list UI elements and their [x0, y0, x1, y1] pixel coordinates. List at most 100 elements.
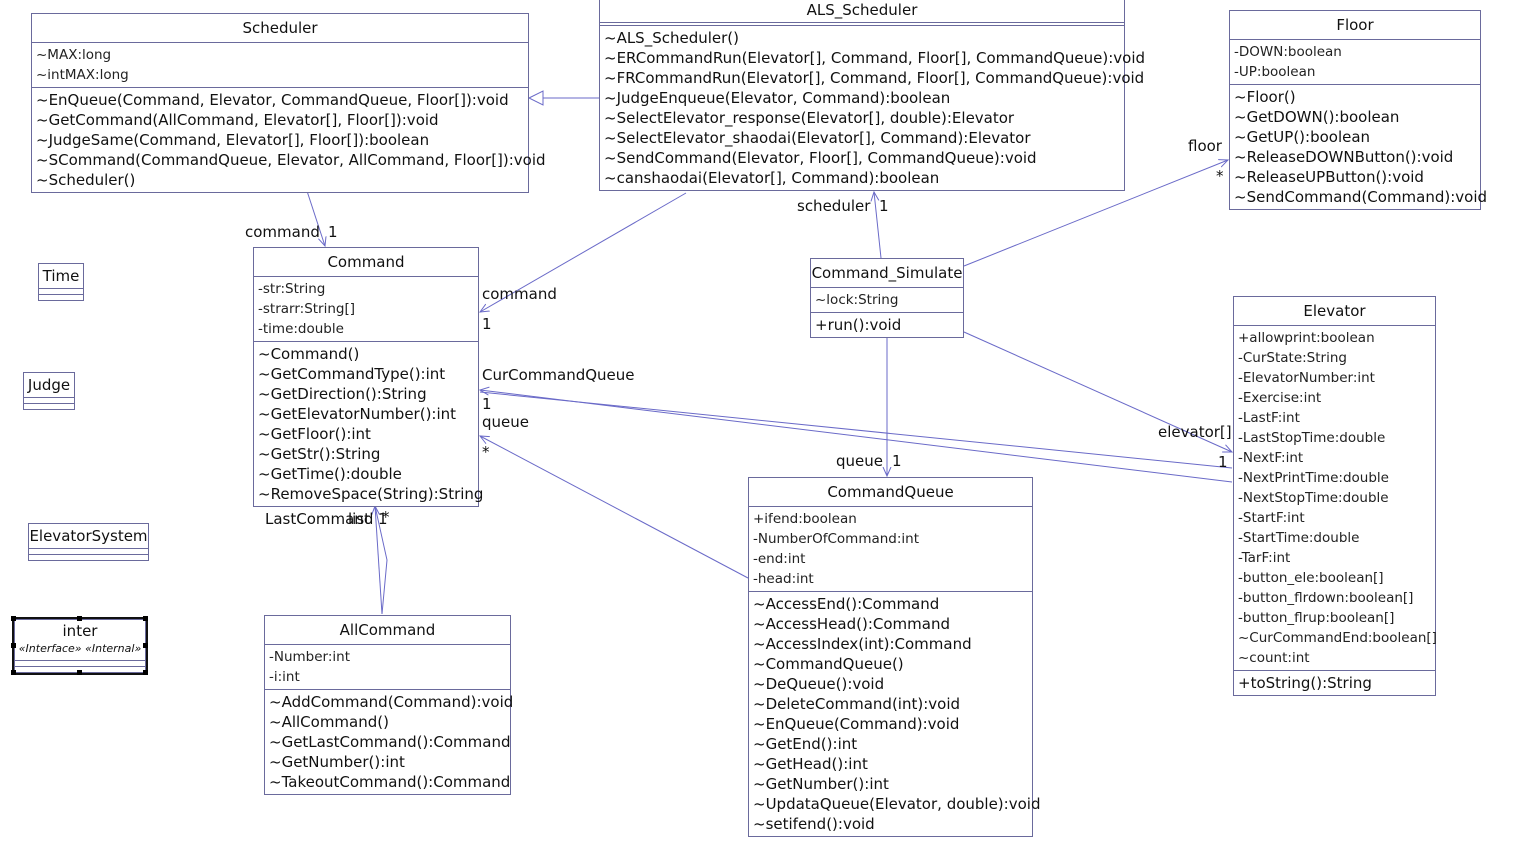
method[interactable]: ~JudgeEnqueue(Elevator, Command):boolean — [604, 88, 1120, 108]
method[interactable]: ~ERCommandRun(Elevator[], Command, Floor… — [604, 48, 1145, 68]
method[interactable]: ~ReleaseDOWNButton():void — [1234, 147, 1476, 167]
attribute[interactable]: -LastStopTime:double — [1238, 428, 1431, 448]
method[interactable]: ~ReleaseUPButton():void — [1234, 167, 1476, 187]
class-als[interactable]: ALS_Scheduler ~ALS_Scheduler() ~ERCommandR… — [599, 0, 1145, 191]
attribute[interactable]: ~intMAX:long — [36, 65, 524, 85]
attribute[interactable]: -head:int — [753, 569, 1028, 589]
attribute[interactable]: -StartTime:double — [1238, 528, 1431, 548]
class-sim[interactable]: Command_Simulate ~lock:String +run():void — [810, 258, 964, 338]
attribute[interactable]: ~count:int — [1238, 648, 1431, 668]
attribute[interactable]: +ifend:boolean — [753, 509, 1028, 529]
attribute[interactable]: -button_flrup:boolean[] — [1238, 608, 1431, 628]
method[interactable]: ~EnQueue(Command, Elevator, CommandQueue… — [36, 90, 524, 110]
attribute[interactable]: ~CurCommandEnd:boolean[] — [1238, 628, 1437, 648]
attribute[interactable]: -LastF:int — [1238, 408, 1431, 428]
method[interactable]: ~setifend():void — [753, 814, 1028, 834]
attribute[interactable]: -str:String — [258, 279, 474, 299]
class-command[interactable]: Command -str:String -strarr:String[] -time:… — [253, 247, 483, 507]
class-floor[interactable]: Floor -DOWN:boolean -UP:boolean ~Floor() ~Ge… — [1229, 10, 1487, 210]
attribute[interactable]: -button_flrdown:boolean[] — [1238, 588, 1431, 608]
attribute[interactable]: -Number:int — [269, 647, 506, 667]
method[interactable]: ~GetFloor():int — [258, 424, 474, 444]
attribute[interactable]: -NumberOfCommand:int — [753, 529, 1028, 549]
attribute[interactable]: -StartF:int — [1238, 508, 1431, 528]
method[interactable]: ~AddCommand(Command):void — [269, 692, 513, 712]
attribute[interactable]: -i:int — [269, 667, 506, 687]
method[interactable]: ~Command() — [258, 344, 474, 364]
method[interactable]: ~JudgeSame(Command, Elevator[], Floor[])… — [36, 130, 524, 150]
method[interactable]: +toString():String — [1238, 673, 1431, 693]
method[interactable]: ~GetTime():double — [258, 464, 474, 484]
attribute[interactable]: ~MAX:long — [36, 45, 524, 65]
attribute[interactable]: -time:double — [258, 319, 474, 339]
method[interactable]: ~GetUP():boolean — [1234, 127, 1476, 147]
method[interactable]: ~DeQueue():void — [753, 674, 1028, 694]
method[interactable]: ~ALS_Scheduler() — [604, 28, 1120, 48]
resize-handle[interactable] — [77, 616, 82, 621]
class-queue[interactable]: CommandQueue +ifend:boolean -NumberOfComma… — [748, 477, 1040, 837]
attribute[interactable]: +allowprint:boolean — [1238, 328, 1431, 348]
attribute[interactable]: ~lock:String — [815, 290, 959, 310]
method[interactable]: ~TakeoutCommand():Command — [269, 772, 510, 792]
resize-handle[interactable] — [143, 670, 148, 675]
class-time[interactable]: Time — [38, 263, 84, 301]
method[interactable]: ~GetDOWN():boolean — [1234, 107, 1476, 127]
method[interactable]: ~GetCommandType():int — [258, 364, 474, 384]
method[interactable]: ~GetNumber():int — [753, 774, 1028, 794]
resize-handle[interactable] — [11, 616, 16, 621]
method[interactable]: ~AllCommand() — [269, 712, 506, 732]
method[interactable]: ~CommandQueue() — [753, 654, 1028, 674]
method[interactable]: ~SCommand(CommandQueue, Elevator, AllCom… — [36, 150, 546, 170]
resize-handle[interactable] — [11, 643, 16, 648]
edge-label: scheduler — [797, 197, 871, 215]
method[interactable]: ~AccessIndex(int):Command — [753, 634, 1028, 654]
edge-label: queue — [482, 413, 529, 431]
attribute[interactable]: -strarr:String[] — [258, 299, 474, 319]
class-allcommand[interactable]: AllCommand -Number:int -i:int ~AddCommand(C… — [264, 615, 513, 795]
attribute[interactable]: -CurState:String — [1238, 348, 1431, 368]
attribute[interactable]: -NextStopTime:double — [1238, 488, 1431, 508]
resize-handle[interactable] — [11, 670, 16, 675]
attribute[interactable]: -button_ele:boolean[] — [1238, 568, 1431, 588]
attribute[interactable]: -TarF:int — [1238, 548, 1431, 568]
method[interactable]: ~canshaodai(Elevator[], Command):boolean — [604, 168, 1120, 188]
method[interactable]: ~GetDirection():String — [258, 384, 474, 404]
method[interactable]: ~GetLastCommand():Command — [269, 732, 511, 752]
method[interactable]: ~EnQueue(Command):void — [753, 714, 1028, 734]
method[interactable]: ~DeleteCommand(int):void — [753, 694, 1028, 714]
attribute[interactable]: -NextPrintTime:double — [1238, 468, 1431, 488]
method[interactable]: ~SendCommand(Elevator, Floor[], CommandQ… — [604, 148, 1120, 168]
method[interactable]: ~UpdataQueue(Elevator, double):void — [753, 794, 1040, 814]
method[interactable]: ~SelectElevator_response(Elevator[], dou… — [604, 108, 1120, 128]
class-elevatorsystem[interactable]: ElevatorSystem — [28, 523, 149, 561]
method[interactable]: ~Floor() — [1234, 87, 1476, 107]
method[interactable]: +run():void — [815, 315, 959, 335]
attribute[interactable]: -end:int — [753, 549, 1028, 569]
method[interactable]: ~SendCommand(Command):void — [1234, 187, 1487, 207]
method[interactable]: ~GetCommand(AllCommand, Elevator[], Floo… — [36, 110, 524, 130]
method[interactable]: ~AccessHead():Command — [753, 614, 1028, 634]
method[interactable]: ~AccessEnd():Command — [753, 594, 1028, 614]
class-inter[interactable]: inter «Interface» «Internal» — [12, 617, 148, 675]
method[interactable]: ~GetElevatorNumber():int — [258, 404, 474, 424]
method[interactable]: ~SelectElevator_shaodai(Elevator[], Comm… — [604, 128, 1120, 148]
attribute[interactable]: -DOWN:boolean — [1234, 42, 1476, 62]
class-scheduler[interactable]: Scheduler ~MAX:long ~intMAX:long ~EnQueue(C… — [31, 13, 546, 193]
attribute[interactable]: -Exercise:int — [1238, 388, 1431, 408]
class-elevator[interactable]: Elevator +allowprint:boolean -CurState:Str… — [1233, 296, 1437, 696]
method[interactable]: ~RemoveSpace(String):String — [258, 484, 483, 504]
method[interactable]: ~GetHead():int — [753, 754, 1028, 774]
resize-handle[interactable] — [77, 670, 82, 675]
method[interactable]: ~GetNumber():int — [269, 752, 506, 772]
class-judge[interactable]: Judge — [23, 372, 75, 410]
attribute[interactable]: -UP:boolean — [1234, 62, 1476, 82]
resize-handle[interactable] — [143, 643, 148, 648]
method[interactable]: ~GetStr():String — [258, 444, 474, 464]
edge-multiplicity: 1 — [879, 197, 889, 215]
resize-handle[interactable] — [143, 616, 148, 621]
attribute[interactable]: -NextF:int — [1238, 448, 1431, 468]
method[interactable]: ~GetEnd():int — [753, 734, 1028, 754]
method[interactable]: ~Scheduler() — [36, 170, 524, 190]
method[interactable]: ~FRCommandRun(Elevator[], Command, Floor… — [604, 68, 1144, 88]
attribute[interactable]: -ElevatorNumber:int — [1238, 368, 1431, 388]
